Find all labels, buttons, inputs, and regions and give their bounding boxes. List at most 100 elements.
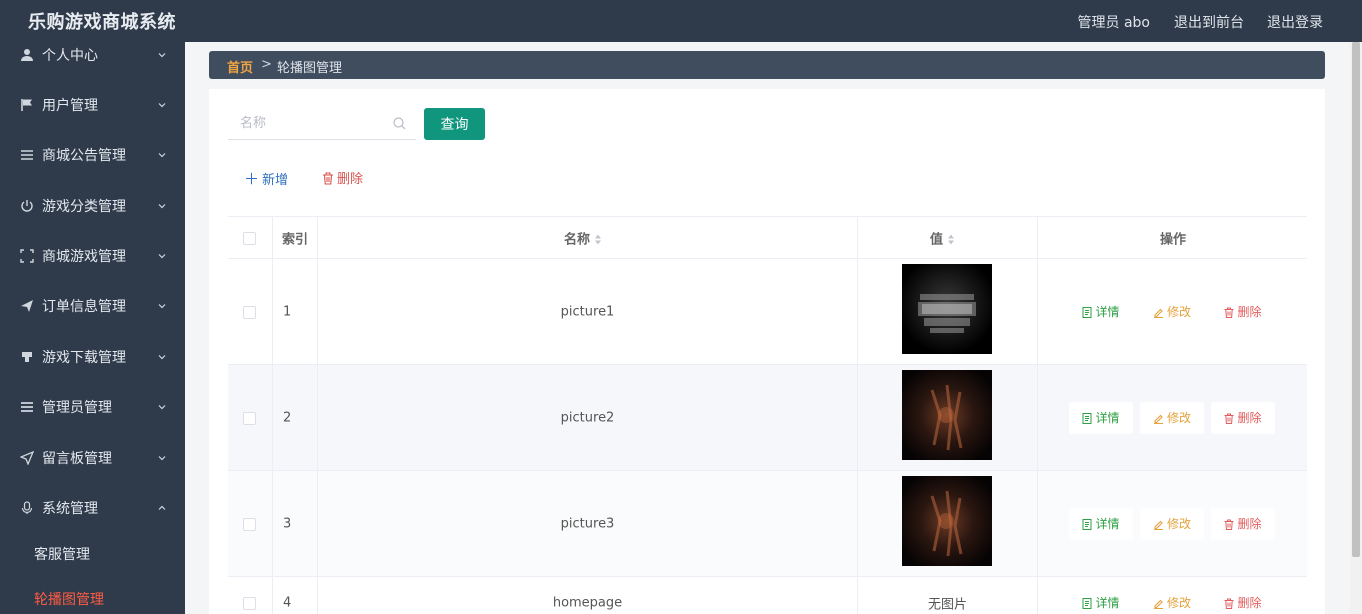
send-icon <box>21 300 33 312</box>
detail-button[interactable]: 详情 <box>1069 507 1133 540</box>
chevron-down-icon <box>158 103 166 108</box>
trash-icon <box>1224 598 1234 609</box>
row-checkbox[interactable] <box>243 305 256 319</box>
sidebar-item-label: 留言板管理 <box>42 451 112 467</box>
row-name-cell: picture2 <box>318 365 858 470</box>
column-header-name[interactable]: 名称 <box>564 228 602 247</box>
sidebar-item-order-management[interactable]: 订单信息管理 <box>0 281 185 331</box>
row-index-cell: 1 <box>273 259 318 364</box>
delete-label: 删除 <box>1237 516 1262 531</box>
row-index-cell: 4 <box>273 577 318 614</box>
sidebar-item-admin-management[interactable]: 管理员管理 <box>0 382 185 432</box>
sidebar-item-message-board[interactable]: 留言板管理 <box>0 433 185 483</box>
row-index: 2 <box>283 410 292 425</box>
sidebar-item-announcement-management[interactable]: 商城公告管理 <box>0 130 185 180</box>
sidebar-item-label: 用户管理 <box>42 98 98 114</box>
row-ops-cell: 详情 修改 删除 <box>1038 365 1307 470</box>
search-box <box>228 108 416 140</box>
sidebar-item-personal-center[interactable]: 个人中心 <box>0 42 185 80</box>
row-checkbox[interactable] <box>243 411 256 425</box>
carousel-thumbnail-image <box>902 264 992 354</box>
document-icon <box>1082 598 1092 609</box>
row-value-cell <box>858 365 1038 470</box>
table-row: 2 picture2 详情 修改 删除 <box>228 365 1307 471</box>
chevron-down-icon <box>158 254 166 259</box>
header-index-cell: 索引 <box>273 217 318 258</box>
row-index: 4 <box>283 595 292 611</box>
sidebar-item-user-management[interactable]: 用户管理 <box>0 80 185 130</box>
flag-icon <box>21 99 32 111</box>
chevron-down-icon <box>158 304 166 309</box>
sidebar-subitem-customer-service[interactable]: 客服管理 <box>0 532 185 576</box>
download-icon <box>22 352 32 362</box>
edit-icon <box>1153 520 1163 530</box>
row-checkbox[interactable] <box>243 597 256 610</box>
sidebar-item-label: 商城公告管理 <box>42 148 126 164</box>
detail-label: 详情 <box>1095 304 1120 319</box>
trash-icon <box>1224 413 1234 424</box>
delete-label: 删除 <box>1237 596 1262 610</box>
edit-label: 修改 <box>1166 596 1191 610</box>
column-header-actions: 操作 <box>1160 232 1187 247</box>
sidebar-item-system-management[interactable]: 系统管理 <box>0 483 185 533</box>
batch-delete-label: 删除 <box>337 172 364 187</box>
carousel-thumbnail-image <box>902 476 992 566</box>
detail-button[interactable]: 详情 <box>1069 401 1133 434</box>
chevron-down-icon <box>158 355 166 360</box>
carousel-thumbnail-image <box>902 370 992 460</box>
query-button[interactable]: 查询 <box>424 108 485 140</box>
add-button-label: 新增 <box>262 173 289 188</box>
header-name-cell: 名称 <box>318 217 858 258</box>
sidebar-item-game-management[interactable]: 商城游戏管理 <box>0 231 185 281</box>
batch-delete-button[interactable]: 删除 <box>322 168 363 187</box>
breadcrumb-current: 轮播图管理 <box>277 61 343 76</box>
select-all-checkbox[interactable] <box>243 231 256 245</box>
menu-icon <box>21 402 33 412</box>
breadcrumb-separator: > <box>261 57 272 72</box>
edit-icon <box>1153 599 1163 610</box>
search-input[interactable] <box>228 108 388 138</box>
column-header-value[interactable]: 值 <box>930 228 955 247</box>
row-value-cell <box>858 259 1038 364</box>
edit-button[interactable]: 修改 <box>1140 296 1204 328</box>
add-button[interactable]: ＋新增 <box>244 168 288 189</box>
edit-button[interactable]: 修改 <box>1140 401 1204 434</box>
row-name-cell: homepage <box>318 577 858 614</box>
sidebar-item-label: 游戏分类管理 <box>42 199 126 215</box>
sidebar-subitem-label: 轮播图管理 <box>34 592 104 608</box>
delete-button[interactable]: 删除 <box>1211 401 1275 434</box>
row-name-cell: picture1 <box>318 259 858 364</box>
breadcrumb-home[interactable]: 首页 <box>227 57 253 76</box>
row-ops-cell: 详情 修改 删除 <box>1038 471 1307 576</box>
chevron-down-icon <box>158 405 166 410</box>
sidebar-item-label: 商城游戏管理 <box>42 249 126 265</box>
exit-to-front-link[interactable]: 退出到前台 <box>1174 12 1244 32</box>
delete-button[interactable]: 删除 <box>1211 587 1275 614</box>
column-header-index: 索引 <box>282 232 309 247</box>
edit-button[interactable]: 修改 <box>1140 587 1204 614</box>
logout-link[interactable]: 退出登录 <box>1267 12 1323 32</box>
edit-button[interactable]: 修改 <box>1140 507 1204 540</box>
detail-label: 详情 <box>1095 516 1120 531</box>
sidebar-item-game-category-management[interactable]: 游戏分类管理 <box>0 181 185 231</box>
detail-button[interactable]: 详情 <box>1069 587 1133 614</box>
chevron-down-icon <box>158 153 166 158</box>
chevron-down-icon <box>158 53 166 58</box>
page-scrollbar[interactable] <box>1350 42 1362 614</box>
sidebar-subitem-carousel[interactable]: 轮播图管理 <box>0 577 185 614</box>
fullscreen-icon <box>20 249 34 263</box>
delete-button[interactable]: 删除 <box>1211 296 1275 328</box>
row-checkbox[interactable] <box>243 517 256 531</box>
sidebar-item-download-management[interactable]: 游戏下载管理 <box>0 332 185 382</box>
row-checkbox-cell <box>228 365 273 470</box>
scrollbar-thumb[interactable] <box>1352 42 1360 557</box>
chevron-up-icon <box>158 505 166 510</box>
row-index-cell: 3 <box>273 471 318 576</box>
detail-button[interactable]: 详情 <box>1069 296 1133 328</box>
table-row: 3 picture3 详情 修改 删除 <box>228 471 1307 577</box>
search-icon <box>393 117 406 130</box>
edit-label: 修改 <box>1166 410 1191 425</box>
table-header: 索引 名称 值 操作 <box>228 216 1307 259</box>
row-checkbox-cell <box>228 259 273 364</box>
delete-button[interactable]: 删除 <box>1211 507 1275 540</box>
